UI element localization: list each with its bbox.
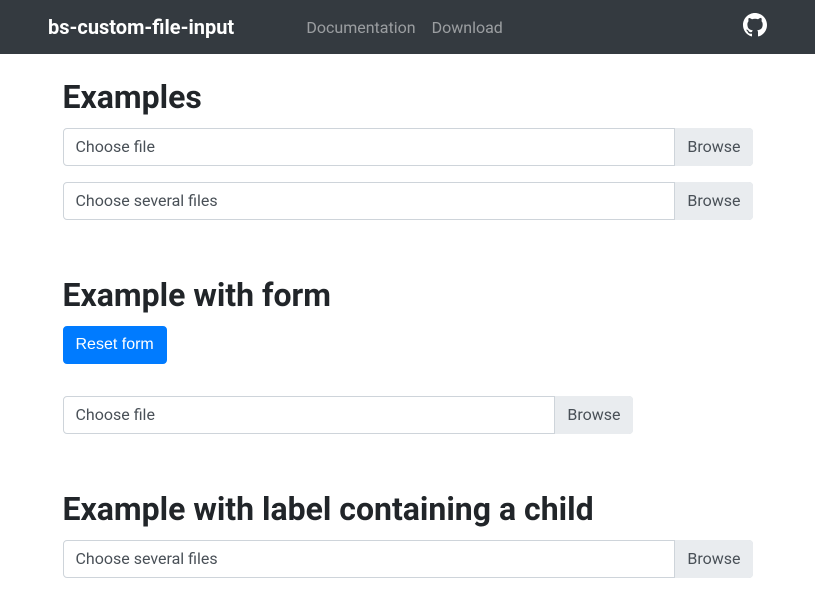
file-input-child[interactable]: Choose several files Browse: [63, 540, 753, 578]
main-container: Examples Choose file Browse Choose sever…: [48, 78, 768, 578]
heading-examples: Examples: [63, 78, 753, 116]
section-with-form: Example with form Reset form Choose file…: [63, 276, 753, 434]
section-examples: Examples Choose file Browse Choose sever…: [63, 78, 753, 220]
navbar-nav: Documentation Download: [306, 18, 502, 37]
file-input-multiple[interactable]: Choose several files Browse: [63, 182, 753, 220]
nav-link-documentation[interactable]: Documentation: [306, 18, 415, 37]
section-with-child: Example with label containing a child Ch…: [63, 490, 753, 578]
navbar-brand[interactable]: bs-custom-file-input: [48, 15, 234, 39]
browse-button[interactable]: Browse: [554, 396, 632, 434]
reset-form-button[interactable]: Reset form: [63, 326, 167, 364]
github-icon[interactable]: [743, 13, 767, 41]
browse-button[interactable]: Browse: [674, 182, 752, 220]
heading-with-form: Example with form: [63, 276, 753, 314]
nav-link-download[interactable]: Download: [432, 18, 503, 37]
file-input-single[interactable]: Choose file Browse: [63, 128, 753, 166]
file-input-form[interactable]: Choose file Browse: [63, 396, 633, 434]
navbar: bs-custom-file-input Documentation Downl…: [0, 0, 815, 54]
browse-button[interactable]: Browse: [674, 540, 752, 578]
browse-button[interactable]: Browse: [674, 128, 752, 166]
heading-with-child: Example with label containing a child: [63, 490, 753, 528]
